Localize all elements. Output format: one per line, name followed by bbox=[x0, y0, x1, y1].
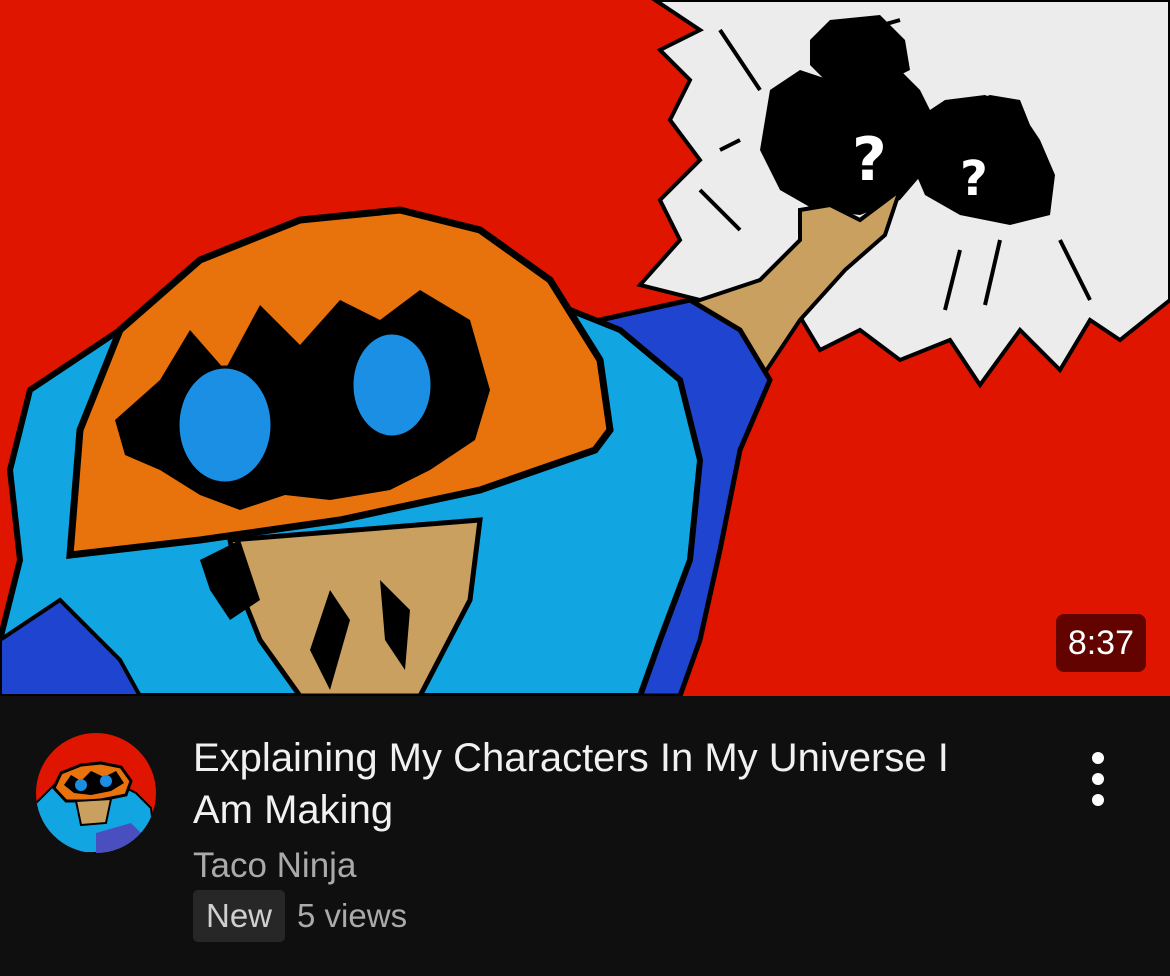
new-badge: New bbox=[193, 890, 286, 942]
svg-text:?: ? bbox=[960, 151, 988, 207]
more-vert-icon bbox=[1092, 752, 1104, 806]
duration-badge: 8:37 bbox=[1055, 614, 1146, 672]
channel-name[interactable]: Taco Ninja bbox=[193, 844, 356, 888]
more-options-button[interactable] bbox=[1072, 748, 1124, 810]
video-info: Explaining My Characters In My Universe … bbox=[0, 696, 1170, 976]
avatar-image bbox=[36, 733, 156, 853]
view-count: 5 views bbox=[297, 897, 408, 934]
video-meta: New 5 views bbox=[193, 890, 407, 942]
thumbnail-artwork: ? ? bbox=[0, 0, 1170, 696]
video-thumbnail[interactable]: ? ? 8:37 bbox=[0, 0, 1170, 696]
svg-text:?: ? bbox=[852, 125, 887, 195]
channel-avatar[interactable] bbox=[36, 733, 156, 853]
video-title[interactable]: Explaining My Characters In My Universe … bbox=[193, 732, 1013, 836]
